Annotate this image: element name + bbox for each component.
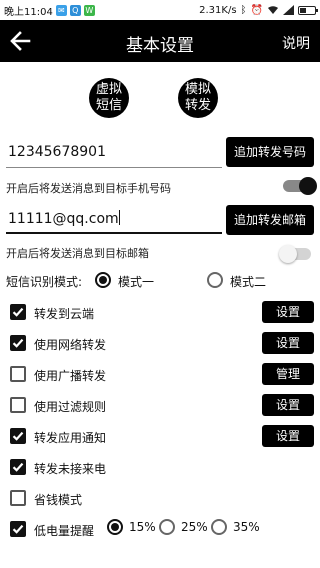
low-battery-alert-checkbox[interactable] [10,521,26,537]
battery-level-35-label: 35% [233,520,260,534]
broadcast-forward-label: 使用广播转发 [34,369,107,383]
save-money-mode-label: 省钱模式 [34,493,83,507]
battery-level-25-label: 25% [181,520,208,534]
sms-mode-2-radio[interactable] [207,272,223,288]
status-bar: 晚上11:04 ✉ Q W 2.31K/s ᛒ ⏰ [0,0,320,20]
simulate-forward-button[interactable]: 模拟 转发 [178,78,218,118]
missed-call-forward-label: 转发未接来电 [34,462,107,476]
battery-icon [298,5,318,15]
qq-icon: Q [69,4,81,16]
phone-number-value: 12345678901 [8,144,106,160]
phone-forward-toggle[interactable] [283,177,317,195]
missed-call-forward-checkbox[interactable] [10,459,26,475]
sms-mode-label: 短信识别模式: [6,275,83,289]
cloud-forward-label: 转发到云端 [34,307,95,321]
email-forward-toggle[interactable] [279,245,311,263]
virtual-sms-button[interactable]: 虚拟 短信 [89,78,129,118]
bluetooth-icon: ᛒ [240,4,247,16]
filter-rules-label: 使用过滤规则 [34,400,107,414]
phone-toggle-label: 开启后将发送消息到目标手机号码 [6,182,171,195]
help-button[interactable]: 说明 [282,33,310,53]
app-notification-forward-button[interactable]: 设置 [262,425,314,447]
sms-mode-1-radio[interactable] [95,272,111,288]
email-input[interactable]: 11111@qq.com [6,204,222,234]
title-bar: 基本设置 说明 [0,20,320,62]
filter-rules-button[interactable]: 设置 [262,394,314,416]
network-forward-button[interactable]: 设置 [262,332,314,354]
sms-mode-1-label: 模式一 [118,275,155,289]
broadcast-forward-checkbox[interactable] [10,366,26,382]
status-time: 晚上11:04 [4,6,53,18]
add-forward-number-button[interactable]: 追加转发号码 [226,137,314,167]
cloud-forward-checkbox[interactable] [10,304,26,320]
broadcast-forward-button[interactable]: 管理 [262,363,314,385]
email-value: 11111@qq.com [8,211,119,227]
network-forward-checkbox[interactable] [10,335,26,351]
virtual-sms-label-line2: 短信 [95,98,122,113]
signal-icon [283,5,294,15]
battery-level-15-label: 15% [129,520,156,534]
app-notification-forward-checkbox[interactable] [10,428,26,444]
network-speed: 2.31K/s [199,4,237,16]
sms-mode-2-label: 模式二 [230,275,267,289]
low-battery-alert-label: 低电量提醒 [34,524,95,538]
cloud-forward-button[interactable]: 设置 [262,301,314,323]
app-notification-forward-label: 转发应用通知 [34,431,107,445]
page-title: 基本设置 [126,36,194,56]
email-toggle-label: 开启后将发送消息到目标邮箱 [6,247,149,260]
network-forward-label: 使用网络转发 [34,338,107,352]
mail-icon: ✉ [55,4,67,16]
battery-level-25-radio[interactable] [159,519,175,535]
battery-level-35-radio[interactable] [211,519,227,535]
phone-number-input[interactable]: 12345678901 [6,138,222,168]
battery-level-15-radio[interactable] [107,519,123,535]
wechat-icon: W [83,4,95,16]
virtual-sms-label-line1: 虚拟 [95,82,122,97]
simulate-forward-label-line1: 模拟 [184,82,211,97]
simulate-forward-label-line2: 转发 [184,98,211,113]
add-forward-email-button[interactable]: 追加转发邮箱 [226,205,314,235]
alarm-icon: ⏰ [250,4,263,16]
wifi-icon [268,6,278,14]
save-money-mode-checkbox[interactable] [10,490,26,506]
filter-rules-checkbox[interactable] [10,397,26,413]
